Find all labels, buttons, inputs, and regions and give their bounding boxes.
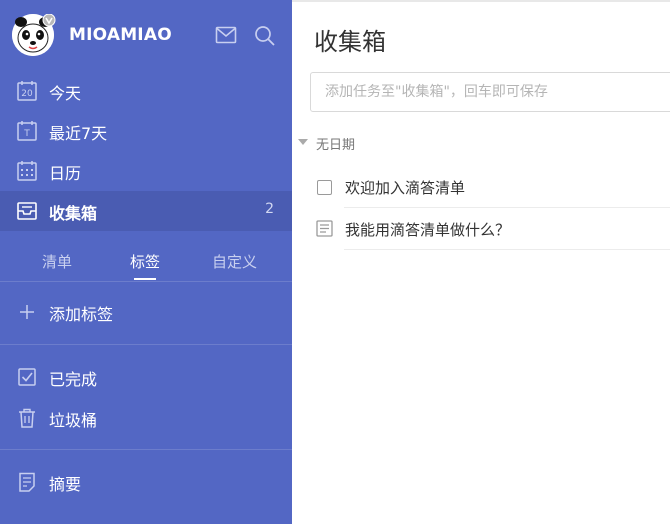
add-task-input[interactable] (310, 72, 670, 112)
nav-item-summary[interactable]: 摘要 (0, 462, 292, 502)
page-title: 收集箱 (314, 28, 386, 56)
nav-item-next-7-days[interactable]: T 最近7天 (0, 111, 292, 151)
tab-lists[interactable]: 清单 (42, 251, 72, 272)
sidebar-divider (0, 344, 292, 345)
nav-label-next-7-days: 最近7天 (49, 124, 108, 143)
svg-text:20: 20 (21, 89, 33, 99)
panda-avatar-icon (12, 14, 56, 56)
row-divider (344, 249, 670, 250)
nav-label-calendar: 日历 (49, 164, 82, 183)
nav-label-summary: 摘要 (49, 475, 82, 494)
profile-header: MIOAMIAO (0, 0, 292, 72)
nav-item-trash[interactable]: 垃圾桶 (0, 398, 292, 438)
add-tag-label: 添加标签 (49, 305, 114, 324)
username[interactable]: MIOAMIAO (69, 25, 172, 45)
svg-text:T: T (23, 129, 30, 139)
task-title[interactable]: 欢迎加入滴答清单 (345, 177, 465, 198)
task-row[interactable]: 欢迎加入滴答清单 (316, 166, 670, 208)
calendar-t-icon: T (17, 121, 37, 141)
sidebar-divider (0, 449, 292, 450)
search-icon[interactable] (254, 25, 276, 47)
trash-icon (19, 408, 35, 428)
sidebar-tabs: 清单 标签 自定义 (0, 240, 292, 282)
tab-custom[interactable]: 自定义 (212, 251, 257, 272)
task-row[interactable]: 我能用滴答清单做什么？ (316, 208, 670, 250)
nav-item-today[interactable]: 20 今天 (0, 71, 292, 111)
avatar[interactable] (12, 14, 56, 56)
nav-item-calendar[interactable]: 日历 (0, 151, 292, 191)
plus-icon (20, 305, 34, 319)
task-title[interactable]: 我能用滴答清单做什么？ (345, 219, 510, 240)
note-icon[interactable] (316, 220, 333, 237)
chevron-down-icon (298, 139, 308, 145)
nav-label-completed: 已完成 (49, 370, 98, 389)
inbox-count: 2 (265, 201, 274, 217)
main-panel: 收集箱 无日期 欢迎加入滴答清单 我能用滴答清单做什么？ (292, 0, 670, 524)
add-tag-button[interactable]: 添加标签 (0, 292, 292, 332)
summary-icon (19, 472, 35, 492)
nav-item-completed[interactable]: 已完成 (0, 357, 292, 397)
task-checkbox[interactable] (317, 180, 332, 195)
sidebar: MIOAMIAO 20 今天 T 最近7天 日历 收集箱 2 清单 标签 自定义… (0, 0, 292, 524)
tab-tags[interactable]: 标签 (130, 251, 160, 272)
calendar-grid-icon (17, 161, 37, 181)
nav-item-inbox[interactable]: 收集箱 2 (0, 191, 292, 231)
nav-label-trash: 垃圾桶 (49, 411, 98, 430)
section-label: 无日期 (316, 138, 356, 153)
active-tab-indicator (134, 278, 156, 280)
inbox-icon (17, 202, 37, 220)
nav-label-today: 今天 (49, 84, 82, 103)
mail-icon[interactable] (215, 25, 237, 45)
nav-label-inbox: 收集箱 (49, 204, 98, 223)
check-box-icon (18, 368, 36, 386)
calendar-20-icon: 20 (17, 81, 37, 101)
